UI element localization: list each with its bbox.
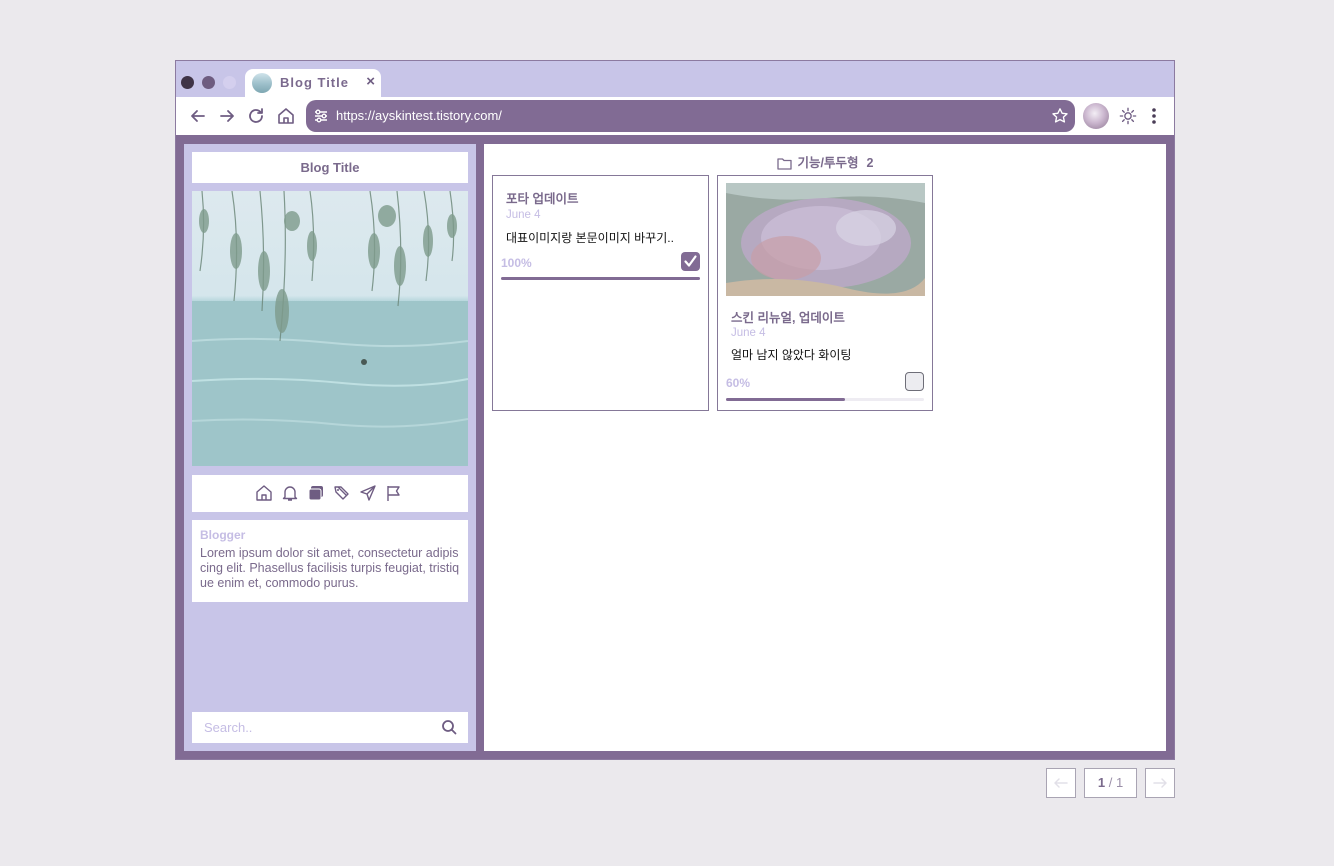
tab-close-icon[interactable]: ×	[366, 73, 375, 90]
tab-title: Blog Title	[280, 75, 349, 90]
folders-icon[interactable]	[307, 484, 325, 502]
total-pages: 1	[1115, 775, 1124, 790]
post-card[interactable]: 포타 업데이트 June 4 대표이미지랑 본문이미지 바꾸기.. 100%	[492, 175, 709, 411]
post-date: June 4	[506, 209, 541, 221]
sidebar: Blog Title Blogger Lorem ipsum dolor sit…	[184, 144, 476, 751]
category-count: 2	[866, 156, 874, 170]
close-window-dot[interactable]	[181, 76, 194, 89]
sidebar-nav-icons	[192, 475, 468, 512]
done-checkbox[interactable]	[681, 252, 700, 271]
bell-icon[interactable]	[281, 484, 299, 502]
browser-window: Blog Title × https://ayskintest.tistory.…	[175, 60, 1175, 760]
category-header: 기능/투두형 2	[484, 152, 1166, 171]
more-menu-icon[interactable]	[1146, 106, 1162, 126]
next-page-button[interactable]	[1145, 768, 1175, 798]
post-title[interactable]: 스킨 리뉴얼, 업데이트	[731, 307, 845, 326]
maximize-window-dot[interactable]	[223, 76, 236, 89]
progress-bar	[501, 277, 700, 280]
blogger-label: Blogger	[200, 528, 246, 542]
home-icon[interactable]	[255, 484, 273, 502]
post-description: 얼마 남지 않았다 화이팅	[731, 348, 852, 362]
search-icon[interactable]	[441, 719, 457, 735]
main-content: 기능/투두형 2 포타 업데이트 June 4 대표이미지랑 본문이미지 바꾸기.…	[484, 144, 1166, 751]
tab-bar: Blog Title ×	[176, 61, 1174, 97]
progress-fill	[501, 277, 700, 280]
address-bar[interactable]: https://ayskintest.tistory.com/	[306, 100, 1075, 132]
arrow-right-icon	[1153, 778, 1167, 788]
url-text[interactable]: https://ayskintest.tistory.com/	[336, 108, 502, 123]
category-name[interactable]: 기능/투두형	[798, 156, 859, 170]
check-icon	[684, 255, 697, 267]
site-settings-icon[interactable]	[313, 108, 329, 124]
progress-fill	[726, 398, 845, 401]
progress-percent: 100%	[501, 256, 532, 270]
home-icon[interactable]	[276, 106, 296, 126]
flag-icon[interactable]	[385, 484, 403, 502]
page-separator: /	[1108, 775, 1113, 790]
post-card[interactable]: 스킨 리뉴얼, 업데이트 June 4 얼마 남지 않았다 화이팅 60%	[717, 175, 933, 411]
current-page: 1	[1097, 775, 1106, 790]
progress-percent: 60%	[726, 376, 751, 390]
search-box	[192, 712, 468, 743]
post-date: June 4	[731, 327, 766, 339]
page-indicator: 1 / 1	[1084, 768, 1137, 798]
progress-bar	[726, 398, 924, 401]
back-arrow-icon[interactable]	[188, 106, 208, 126]
reload-icon[interactable]	[246, 106, 266, 126]
prev-page-button[interactable]	[1046, 768, 1076, 798]
favicon-icon	[252, 73, 272, 93]
theme-sun-icon[interactable]	[1119, 107, 1137, 125]
done-checkbox[interactable]	[905, 372, 924, 391]
browser-tab[interactable]: Blog Title ×	[245, 69, 381, 97]
profile-avatar[interactable]	[1083, 103, 1109, 129]
post-thumbnail	[726, 183, 925, 296]
forward-arrow-icon[interactable]	[217, 106, 237, 126]
tags-icon[interactable]	[333, 484, 351, 502]
minimize-window-dot[interactable]	[202, 76, 215, 89]
arrow-left-icon	[1054, 778, 1068, 788]
nav-bar: https://ayskintest.tistory.com/	[176, 97, 1174, 135]
send-icon[interactable]	[359, 484, 377, 502]
folder-icon	[776, 158, 792, 170]
sidebar-cover-image	[192, 191, 468, 466]
post-title[interactable]: 포타 업데이트	[506, 188, 578, 207]
post-description: 대표이미지랑 본문이미지 바꾸기..	[506, 231, 674, 245]
bio-text: Lorem ipsum dolor sit amet, consectetur …	[200, 546, 460, 590]
bookmark-star-icon[interactable]	[1051, 107, 1069, 125]
search-input[interactable]	[192, 712, 432, 743]
blog-title[interactable]: Blog Title	[192, 152, 468, 183]
blogger-bio: Blogger Lorem ipsum dolor sit amet, cons…	[192, 520, 468, 602]
